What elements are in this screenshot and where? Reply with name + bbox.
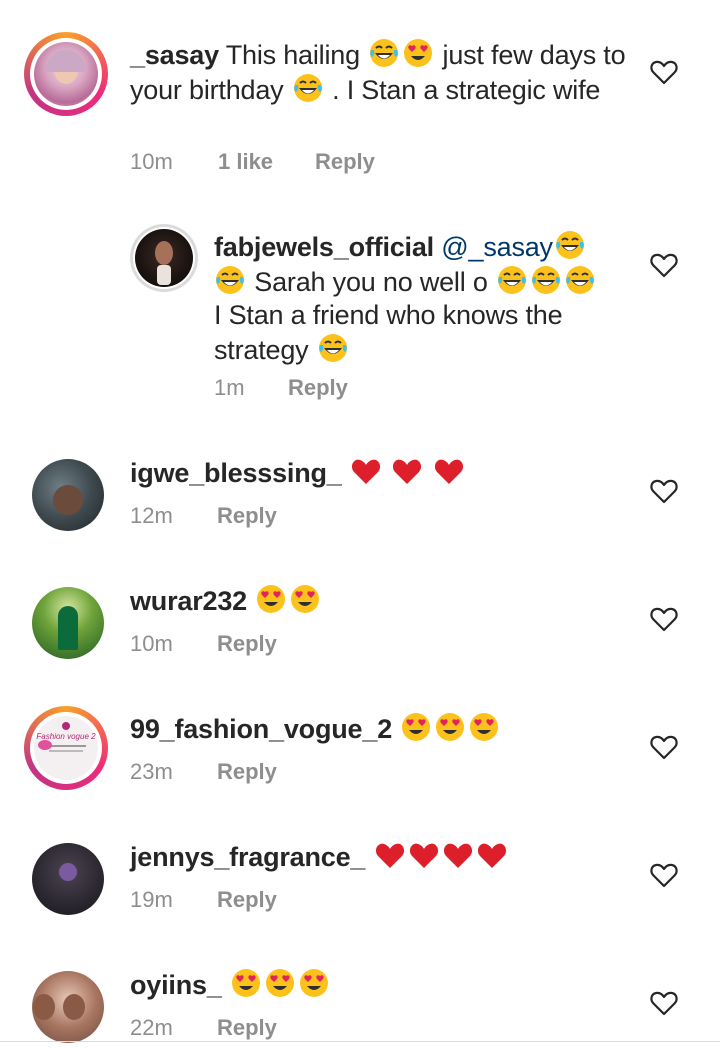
red-heart-icon bbox=[408, 839, 440, 871]
face-with-tears-of-joy-icon bbox=[564, 264, 596, 296]
comment-time: 10m bbox=[130, 149, 173, 174]
comment-meta: 10m Reply bbox=[130, 631, 277, 657]
avatar[interactable]: Fashion vogue 2 bbox=[30, 712, 102, 784]
reply-button[interactable]: Reply bbox=[217, 887, 277, 913]
comment-meta: 22m Reply bbox=[130, 1015, 277, 1041]
heart-eyes-icon bbox=[468, 711, 500, 743]
like-heart-icon[interactable] bbox=[649, 733, 679, 761]
avatar[interactable] bbox=[133, 227, 195, 289]
face-with-tears-of-joy-icon bbox=[317, 332, 349, 364]
avatar[interactable] bbox=[32, 587, 104, 659]
comment-meta: 19m Reply bbox=[130, 887, 277, 913]
comment-time: 1m bbox=[214, 375, 245, 400]
red-heart-icon bbox=[350, 455, 382, 487]
reply-button[interactable]: Reply bbox=[217, 759, 277, 785]
red-heart-icon bbox=[433, 455, 465, 487]
heart-eyes-icon bbox=[298, 967, 330, 999]
comment-text: igwe_blesssing_ bbox=[130, 455, 630, 490]
heart-eyes-icon bbox=[434, 711, 466, 743]
avatar[interactable] bbox=[32, 459, 104, 531]
face-with-tears-of-joy-icon bbox=[214, 264, 246, 296]
like-heart-icon[interactable] bbox=[649, 477, 679, 505]
like-heart-icon[interactable] bbox=[649, 989, 679, 1017]
likes-count[interactable]: 1 like bbox=[218, 149, 315, 175]
comment-username[interactable]: 99_fashion_vogue_2 bbox=[130, 714, 392, 744]
comment-username[interactable]: jennys_fragrance_ bbox=[130, 842, 365, 872]
avatar[interactable] bbox=[30, 38, 102, 110]
comment-username[interactable]: oyiins_ bbox=[130, 970, 222, 1000]
heart-eyes-icon bbox=[289, 583, 321, 615]
comment-text: wurar232 bbox=[130, 583, 630, 618]
comment-time: 23m bbox=[130, 759, 173, 784]
comment-meta: 23m Reply bbox=[130, 759, 277, 785]
comment-text: oyiins_ bbox=[130, 967, 630, 1002]
comment-time: 22m bbox=[130, 1015, 173, 1040]
like-heart-icon[interactable] bbox=[649, 58, 679, 86]
face-with-tears-of-joy-icon bbox=[530, 264, 562, 296]
comment-meta: 10m 1 like Reply bbox=[130, 149, 375, 175]
reply-button[interactable]: Reply bbox=[315, 149, 375, 175]
face-with-tears-of-joy-icon bbox=[496, 264, 528, 296]
reply-button[interactable]: Reply bbox=[217, 631, 277, 657]
reply-button[interactable]: Reply bbox=[217, 503, 277, 529]
like-heart-icon[interactable] bbox=[649, 861, 679, 889]
heart-eyes-icon bbox=[400, 711, 432, 743]
red-heart-icon bbox=[476, 839, 508, 871]
face-with-tears-of-joy-icon bbox=[554, 229, 586, 261]
comment-username[interactable]: fabjewels_official bbox=[214, 232, 434, 262]
comment-username[interactable]: wurar232 bbox=[130, 586, 247, 616]
heart-eyes-icon bbox=[255, 583, 287, 615]
reply-button[interactable]: Reply bbox=[217, 1015, 277, 1041]
divider bbox=[0, 1041, 720, 1042]
comment-time: 10m bbox=[130, 631, 173, 656]
comment-username[interactable]: igwe_blesssing_ bbox=[130, 458, 342, 488]
avatar[interactable] bbox=[32, 843, 104, 915]
comment-meta: 1m Reply bbox=[214, 375, 348, 401]
mention-link[interactable]: @_sasay bbox=[441, 232, 553, 262]
like-heart-icon[interactable] bbox=[649, 605, 679, 633]
red-heart-icon bbox=[374, 839, 406, 871]
heart-eyes-icon bbox=[230, 967, 262, 999]
red-heart-icon bbox=[442, 839, 474, 871]
red-heart-icon bbox=[391, 455, 423, 487]
heart-eyes-icon bbox=[264, 967, 296, 999]
like-heart-icon[interactable] bbox=[649, 251, 679, 279]
comment-time: 12m bbox=[130, 503, 173, 528]
comment-text: 99_fashion_vogue_2 bbox=[130, 711, 650, 746]
reply-text: fabjewels_official @_sasay Sarah you no … bbox=[214, 229, 634, 367]
comment-text: jennys_fragrance_ bbox=[130, 839, 650, 874]
comment-meta: 12m Reply bbox=[130, 503, 277, 529]
heart-eyes-icon bbox=[402, 37, 434, 69]
comment-text: _sasay This hailing just few days to you… bbox=[130, 37, 630, 107]
comment-time: 19m bbox=[130, 887, 173, 912]
face-with-tears-of-joy-icon bbox=[368, 37, 400, 69]
face-with-tears-of-joy-icon bbox=[292, 72, 324, 104]
avatar[interactable] bbox=[32, 971, 104, 1043]
comment-username[interactable]: _sasay bbox=[130, 40, 219, 70]
reply-button[interactable]: Reply bbox=[288, 375, 348, 401]
